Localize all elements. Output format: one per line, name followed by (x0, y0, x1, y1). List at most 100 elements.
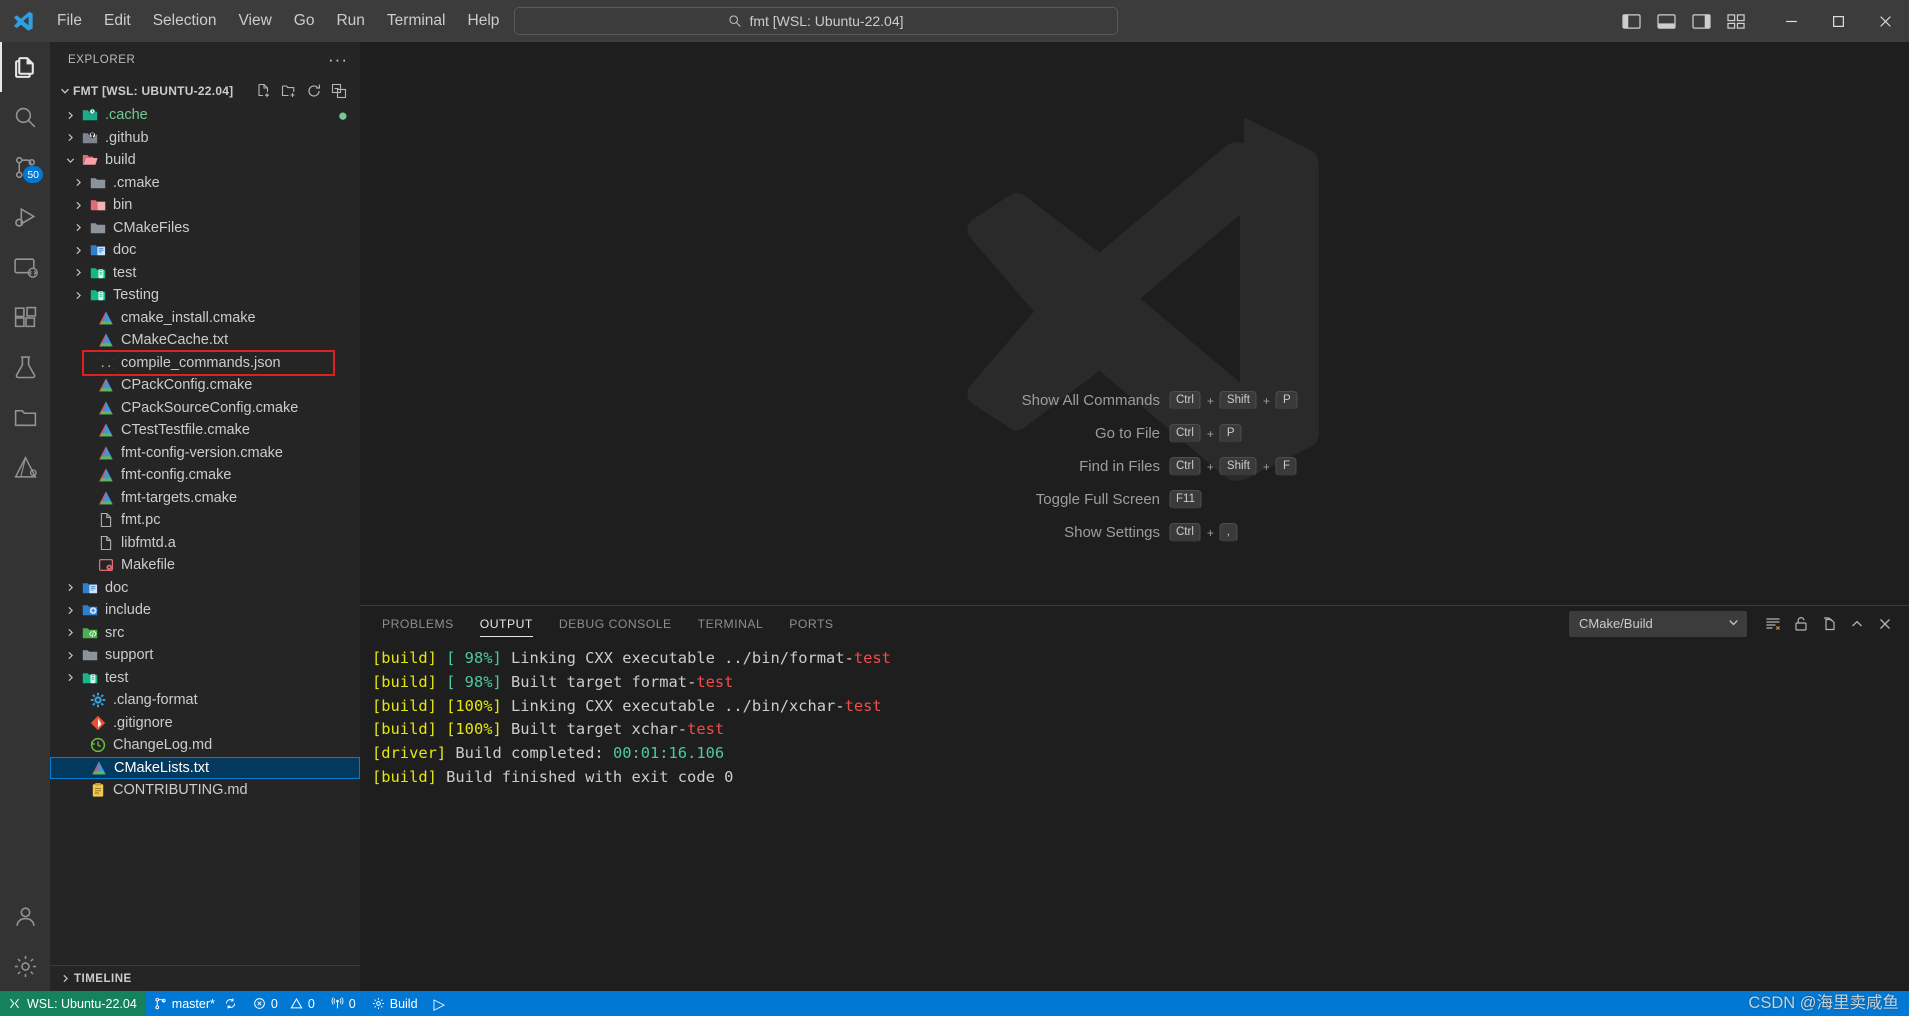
chevron-right-icon[interactable] (62, 650, 79, 661)
chevron-right-icon[interactable] (57, 973, 74, 984)
chevron-right-icon[interactable] (70, 200, 87, 211)
clear-output-button[interactable] (1759, 610, 1787, 638)
minimize-button[interactable] (1768, 0, 1815, 42)
activity-cmake[interactable] (0, 442, 50, 492)
customize-layout-icon[interactable] (1727, 13, 1746, 30)
new-folder-icon[interactable] (281, 83, 297, 99)
tree-folder-testing[interactable]: Testing (50, 284, 360, 307)
activity-accounts[interactable] (0, 891, 50, 941)
activity-source-control[interactable]: 50 (0, 142, 50, 192)
toggle-panel-icon[interactable] (1657, 13, 1676, 30)
tree-file-cpackconfig-cmake[interactable]: CPackConfig.cmake (50, 374, 360, 397)
tree-file-cmakelists-txt[interactable]: CMakeLists.txt (50, 757, 360, 780)
activity-testing[interactable] (0, 342, 50, 392)
workspace-root-row[interactable]: FMT [WSL: UBUNTU-22.04] (50, 77, 360, 104)
chevron-right-icon[interactable] (62, 132, 79, 143)
toggle-primary-sidebar-icon[interactable] (1622, 13, 1641, 30)
activity-search[interactable] (0, 92, 50, 142)
close-button[interactable] (1862, 0, 1909, 42)
status-run-button[interactable]: ▷ (426, 991, 454, 1016)
chevron-right-icon[interactable] (62, 605, 79, 616)
status-problems[interactable]: 0 0 (245, 991, 323, 1016)
activity-explorer[interactable] (0, 42, 50, 92)
status-branch[interactable]: master* (146, 991, 245, 1016)
tree-folder-include[interactable]: include (50, 599, 360, 622)
tree-file-cpacksourceconfig-cmake[interactable]: CPackSourceConfig.cmake (50, 397, 360, 420)
tree-folder-bin[interactable]: bin (50, 194, 360, 217)
tree-file-compile-commands-json[interactable]: {..}compile_commands.json (50, 352, 360, 375)
menu-go[interactable]: Go (283, 7, 326, 35)
open-in-editor-button[interactable] (1815, 610, 1843, 638)
tree-folder-src[interactable]: src (50, 622, 360, 645)
tree-file-fmt-config-cmake[interactable]: fmt-config.cmake (50, 464, 360, 487)
tree-folder-cmake[interactable]: .cmake (50, 172, 360, 195)
tree-file-makefile[interactable]: Makefile (50, 554, 360, 577)
status-remote-indicator[interactable]: WSL: Ubuntu-22.04 (0, 991, 146, 1016)
timeline-section[interactable]: TIMELINE (50, 965, 360, 991)
tree-folder-github[interactable]: .github (50, 127, 360, 150)
new-file-icon[interactable] (256, 83, 272, 99)
chevron-right-icon[interactable] (70, 267, 87, 278)
tab-ports[interactable]: PORTS (789, 606, 833, 641)
tree-folder-doc[interactable]: doc (50, 577, 360, 600)
tree-file-changelog-md[interactable]: ChangeLog.md (50, 734, 360, 757)
sidebar-more-actions[interactable]: ··· (328, 50, 348, 70)
chevron-right-icon[interactable] (70, 245, 87, 256)
tree-file-clang-format[interactable]: .clang-format (50, 689, 360, 712)
activity-run-and-debug[interactable] (0, 192, 50, 242)
lock-scroll-button[interactable] (1787, 610, 1815, 638)
chevron-right-icon[interactable] (62, 582, 79, 593)
chevron-down-icon[interactable] (62, 155, 79, 166)
maximize-button[interactable] (1815, 0, 1862, 42)
chevron-right-icon[interactable] (70, 290, 87, 301)
tree-file-cmakecache-txt[interactable]: CMakeCache.txt (50, 329, 360, 352)
collapse-all-icon[interactable] (331, 83, 347, 99)
tree-folder-support[interactable]: support (50, 644, 360, 667)
chevron-right-icon[interactable] (62, 110, 79, 121)
chevron-right-icon[interactable] (62, 672, 79, 683)
tree-file-gitignore[interactable]: .gitignore (50, 712, 360, 735)
tree-folder-cache[interactable]: .cache● (50, 104, 360, 127)
tree-file-fmt-targets-cmake[interactable]: fmt-targets.cmake (50, 487, 360, 510)
status-radio-tower[interactable]: 0 (323, 991, 364, 1016)
menu-file[interactable]: File (46, 7, 93, 35)
maximize-panel-button[interactable] (1843, 610, 1871, 638)
output-console[interactable]: [build] [ 98%] Linking CXX executable ..… (360, 641, 1909, 991)
file-tree[interactable]: .cache●.githubbuild.cmakebinCMakeFilesdo… (50, 104, 360, 965)
tab-problems[interactable]: PROBLEMS (382, 606, 454, 641)
activity-folder-view[interactable] (0, 392, 50, 442)
menu-terminal[interactable]: Terminal (376, 7, 457, 35)
tree-folder-doc[interactable]: doc (50, 239, 360, 262)
tree-file-contributing-md[interactable]: CONTRIBUTING.md (50, 779, 360, 802)
tree-file-ctesttestfile-cmake[interactable]: CTestTestfile.cmake (50, 419, 360, 442)
command-center-search[interactable]: fmt [WSL: Ubuntu-22.04] (514, 7, 1118, 35)
chevron-right-icon[interactable] (70, 177, 87, 188)
tab-output[interactable]: OUTPUT (480, 606, 533, 641)
menu-view[interactable]: View (227, 7, 282, 35)
tree-folder-test[interactable]: test (50, 667, 360, 690)
chevron-down-icon[interactable] (57, 85, 73, 97)
tree-file-fmt-pc[interactable]: fmt.pc (50, 509, 360, 532)
toggle-secondary-sidebar-icon[interactable] (1692, 13, 1711, 30)
activity-remote-explorer[interactable] (0, 242, 50, 292)
activity-manage-settings[interactable] (0, 941, 50, 991)
tree-folder-cmakefiles[interactable]: CMakeFiles (50, 217, 360, 240)
tab-debug-console[interactable]: DEBUG CONSOLE (559, 606, 672, 641)
menu-edit[interactable]: Edit (93, 7, 142, 35)
close-panel-button[interactable] (1871, 610, 1899, 638)
status-cmake-build[interactable]: Build (364, 991, 426, 1016)
output-channel-select[interactable]: CMake/Build (1569, 611, 1747, 637)
menu-run[interactable]: Run (325, 7, 375, 35)
menu-selection[interactable]: Selection (142, 7, 228, 35)
tree-file-cmake-install-cmake[interactable]: cmake_install.cmake (50, 307, 360, 330)
menu-help[interactable]: Help (457, 7, 511, 35)
tree-folder-build[interactable]: build (50, 149, 360, 172)
tree-file-fmt-config-version-cmake[interactable]: fmt-config-version.cmake (50, 442, 360, 465)
refresh-icon[interactable] (306, 83, 322, 99)
tree-file-libfmtd-a[interactable]: libfmtd.a (50, 532, 360, 555)
tab-terminal[interactable]: TERMINAL (698, 606, 764, 641)
chevron-right-icon[interactable] (70, 222, 87, 233)
tree-folder-test[interactable]: test (50, 262, 360, 285)
activity-extensions[interactable] (0, 292, 50, 342)
chevron-right-icon[interactable] (62, 627, 79, 638)
